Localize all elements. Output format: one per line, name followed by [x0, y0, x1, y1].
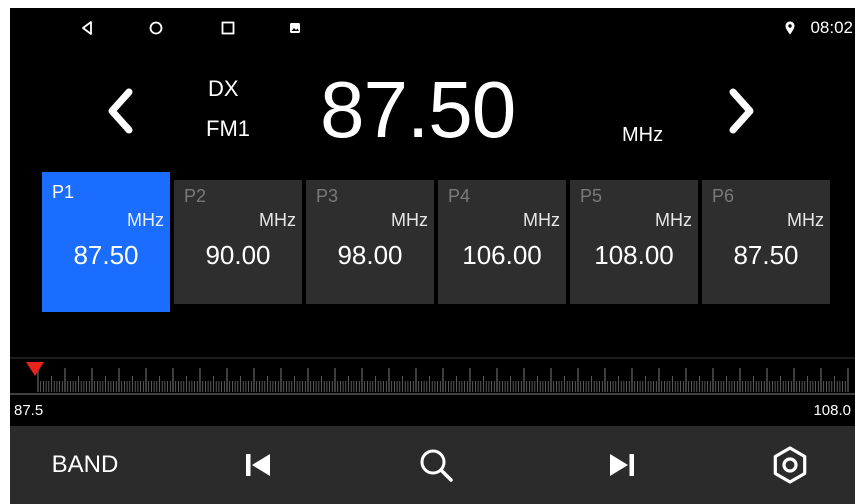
- skip-next-icon: [610, 454, 634, 476]
- preset-p6[interactable]: P6 MHz 87.50: [702, 180, 830, 304]
- preset-unit: MHz: [127, 210, 164, 230]
- tuner-marker[interactable]: [26, 362, 44, 376]
- frequency-unit: MHz: [622, 124, 664, 146]
- back-icon[interactable]: [80, 20, 96, 36]
- skip-previous-button[interactable]: [236, 426, 280, 504]
- scale-max-label: 108.0: [813, 402, 851, 419]
- preset-unit: MHz: [787, 210, 824, 230]
- chevron-left-icon[interactable]: [102, 86, 142, 136]
- scale-min-label: 87.5: [14, 402, 44, 419]
- band-label: FM1: [206, 116, 250, 141]
- band-button[interactable]: BAND: [40, 426, 130, 504]
- preset-label: P1: [52, 182, 75, 202]
- preset-unit: MHz: [655, 210, 692, 230]
- settings-button[interactable]: [768, 426, 812, 504]
- preset-label: P4: [448, 186, 471, 206]
- skip-next-button[interactable]: [600, 426, 644, 504]
- preset-unit: MHz: [259, 210, 296, 230]
- preset-p5[interactable]: P5 MHz 108.00: [570, 180, 698, 304]
- clock: 08:02: [810, 18, 853, 37]
- preset-label: P3: [316, 186, 339, 206]
- location-icon: [785, 21, 795, 35]
- skip-previous-icon: [246, 454, 270, 476]
- status-bar: 08:02: [10, 8, 855, 48]
- tuner-scale[interactable]: [10, 354, 855, 404]
- preset-p3[interactable]: P3 MHz 98.00: [306, 180, 434, 304]
- radio-screen: 08:02 DX FM1 87.50 MHz P1 MHz 87.50 P2 M…: [10, 8, 855, 504]
- preset-label: P6: [712, 186, 735, 206]
- preset-frequency: 106.00: [462, 240, 542, 270]
- recents-icon[interactable]: [220, 20, 236, 36]
- preset-unit: MHz: [391, 210, 428, 230]
- preset-frequency: 87.50: [733, 240, 799, 270]
- chevron-right-icon[interactable]: [720, 86, 760, 136]
- dx-label[interactable]: DX: [208, 76, 239, 102]
- preset-frequency: 108.00: [594, 240, 674, 270]
- preset-frequency: 98.00: [337, 240, 403, 270]
- gallery-icon: [290, 23, 300, 33]
- preset-p4[interactable]: P4 MHz 106.00: [438, 180, 566, 304]
- search-button[interactable]: [414, 426, 458, 504]
- preset-label: P5: [580, 186, 603, 206]
- preset-p2[interactable]: P2 MHz 90.00: [174, 180, 302, 304]
- home-icon[interactable]: [148, 20, 164, 36]
- preset-label: P2: [184, 186, 207, 206]
- current-frequency: 87.50: [320, 65, 516, 154]
- bottom-bar: BAND: [10, 426, 855, 504]
- preset-p1[interactable]: P1 MHz 87.50: [42, 172, 170, 312]
- preset-frequency: 90.00: [205, 240, 271, 270]
- scale-ticks: [37, 368, 849, 392]
- search-icon: [420, 449, 453, 482]
- settings-icon: [773, 446, 807, 484]
- preset-unit: MHz: [523, 210, 560, 230]
- preset-frequency: 87.50: [73, 240, 139, 270]
